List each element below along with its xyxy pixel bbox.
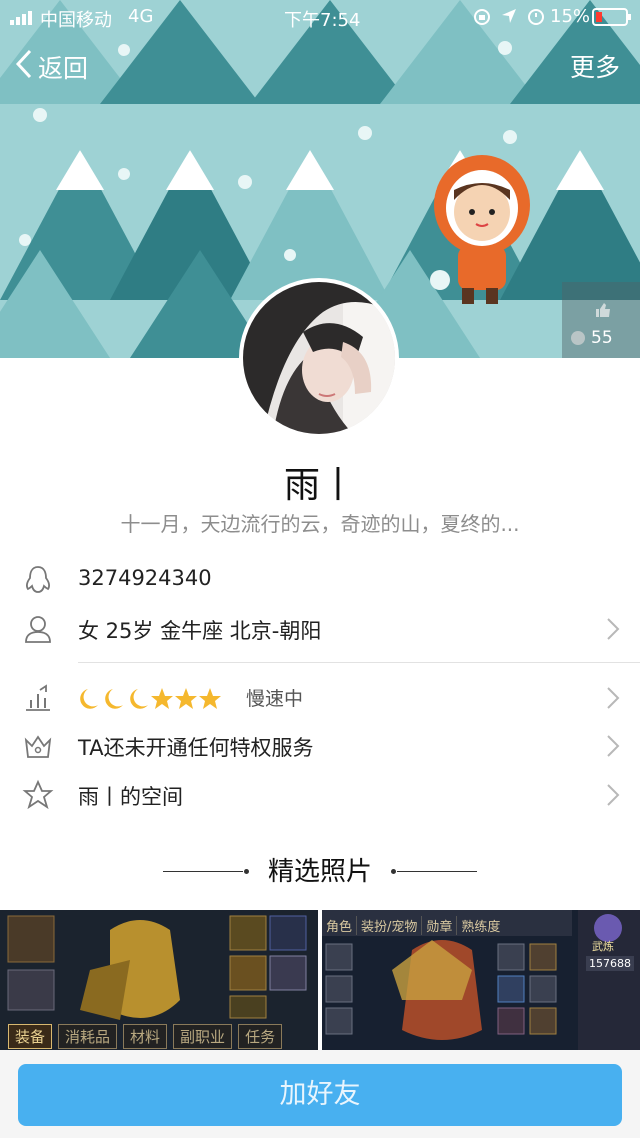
liker-avatar-icon <box>571 331 585 345</box>
personal-details-row[interactable]: 女 25岁 金牛座 北京-朝阳 <box>0 607 640 653</box>
tab-equipment: 装备 <box>8 1024 53 1049</box>
divider <box>78 662 640 663</box>
divider-dot <box>391 869 396 874</box>
bottom-action-bar: 加好友 <box>0 1050 640 1138</box>
class-badge: 武炼 <box>592 940 614 953</box>
star-icon <box>151 688 173 709</box>
moon-icon <box>105 689 123 709</box>
star-icon <box>199 688 221 709</box>
battery-icon <box>592 8 632 31</box>
status-bar: 中国移动 4G 下午7:54 15% <box>0 0 640 34</box>
signature[interactable]: 十一月，天边流行的云，奇迹的山，夏终的... <box>0 508 640 537</box>
signal-icon <box>10 9 36 30</box>
crown-icon <box>22 730 54 762</box>
alarm-icon <box>526 6 546 31</box>
like-button[interactable]: 55 <box>562 282 640 358</box>
photo-gallery: 装备 消耗品 材料 副职业 任务 角色 装扮/宠物 勋章 熟练度 武炼 1576… <box>0 910 640 1050</box>
qq-number-row: 3274924340 <box>0 558 640 604</box>
divider-right <box>397 871 477 872</box>
chevron-right-icon <box>606 617 620 645</box>
back-label: 返回 <box>38 54 89 83</box>
clock: 下午7:54 <box>284 10 361 31</box>
character-tabs: 角色 装扮/宠物 勋章 熟练度 <box>326 916 500 935</box>
person-icon <box>22 613 54 645</box>
tab-sub-job: 副职业 <box>173 1024 233 1049</box>
carrier-label: 中国移动 <box>40 10 112 31</box>
avatar-photo <box>243 282 395 434</box>
add-friend-button[interactable]: 加好友 <box>18 1064 622 1126</box>
inventory-tabs: 装备 消耗品 材料 副职业 任务 <box>8 1024 283 1049</box>
space-row[interactable]: 雨丨的空间 <box>0 773 640 819</box>
tab-character: 角色 <box>326 920 353 935</box>
level-status: 慢速中 <box>246 688 304 710</box>
moon-icon <box>130 689 148 709</box>
navbar: 返回 更多 <box>0 34 640 96</box>
level-badges <box>78 686 228 716</box>
chevron-left-icon <box>14 48 34 86</box>
network-label: 4G <box>128 6 154 27</box>
thumbs-up-icon <box>596 302 610 321</box>
divider-left <box>163 871 243 872</box>
location-icon <box>500 7 518 30</box>
avatar[interactable] <box>239 278 399 438</box>
photo-thumbnail[interactable]: 装备 消耗品 材料 副职业 任务 <box>0 910 318 1050</box>
moon-icon <box>80 689 98 709</box>
chevron-right-icon <box>606 734 620 762</box>
privilege-label: TA还未开通任何特权服务 <box>78 736 314 760</box>
tab-materials: 材料 <box>123 1024 168 1049</box>
battery-percent: 15% <box>550 6 591 27</box>
tab-quests: 任务 <box>238 1024 283 1049</box>
photos-section-header: 精选照片 <box>0 852 640 892</box>
level-chart-icon <box>22 682 54 714</box>
penguin-icon <box>22 564 54 596</box>
tab-medals: 勋章 <box>421 916 452 935</box>
tab-proficiency: 熟练度 <box>456 916 500 935</box>
chevron-right-icon <box>606 783 620 811</box>
chevron-right-icon <box>606 686 620 714</box>
tab-consumables: 消耗品 <box>58 1024 118 1049</box>
tab-outfit-pet: 装扮/宠物 <box>356 916 417 935</box>
personal-details: 女 25岁 金牛座 北京-朝阳 <box>78 619 322 643</box>
photo-thumbnail[interactable]: 角色 装扮/宠物 勋章 熟练度 武炼 157688 <box>322 910 640 1050</box>
privilege-row[interactable]: TA还未开通任何特权服务 <box>0 724 640 770</box>
more-button[interactable]: 更多 <box>570 48 620 84</box>
back-button[interactable]: 返回 <box>14 48 88 86</box>
combat-power: 157688 <box>586 956 634 971</box>
star-icon <box>175 688 197 709</box>
qq-number: 3274924340 <box>78 566 212 590</box>
nickname: 雨丨 <box>283 465 356 506</box>
like-count: 55 <box>591 328 613 348</box>
level-row[interactable]: 慢速中 <box>0 676 640 722</box>
divider-dot <box>244 869 249 874</box>
orientation-lock-icon <box>472 7 492 32</box>
space-label: 雨丨的空间 <box>78 785 183 809</box>
photos-section-title: 精选照片 <box>267 857 372 887</box>
space-star-icon <box>22 779 54 811</box>
